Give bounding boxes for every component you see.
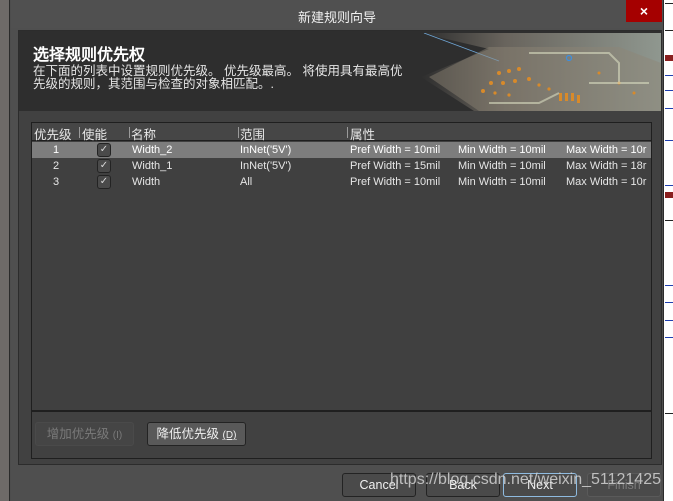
column-header-scope[interactable]: 范围 <box>240 124 265 143</box>
increase-priority-button[interactable]: 增加优先级 (I) <box>35 422 134 446</box>
max-width-cell: Max Width = 18r <box>566 160 647 172</box>
background-window-edge-right <box>663 0 673 501</box>
max-width-cell: Max Width = 10r <box>566 176 647 188</box>
divider <box>31 411 652 412</box>
priority-cell: 1 <box>53 144 60 156</box>
cancel-button[interactable]: Cancel <box>342 473 416 497</box>
page-description: 在下面的列表中设置规则优先级。 优先级最高。 将使用具有最高优先级的规则，其范围… <box>33 64 403 91</box>
back-button[interactable]: Back <box>426 473 500 497</box>
divider <box>651 411 652 459</box>
decrease-priority-button[interactable]: 降低优先级 (D) <box>147 422 246 446</box>
increase-priority-label: 增加优先级 <box>46 427 110 441</box>
pref-width-cell: Pref Width = 10mil <box>350 176 441 188</box>
column-header-name[interactable]: 名称 <box>131 124 156 143</box>
min-width-cell: Min Width = 10mil <box>458 144 546 156</box>
scope-cell: InNet('5V') <box>240 144 292 156</box>
next-button[interactable]: Next <box>503 473 577 497</box>
rule-name-cell: Width <box>132 176 161 188</box>
close-icon: × <box>639 3 649 19</box>
wizard-page: 选择规则优先权 在下面的列表中设置规则优先级。 优先级最高。 将使用具有最高优先… <box>18 30 662 465</box>
priority-cell: 3 <box>53 176 60 188</box>
enabled-checkbox[interactable]: ✓ <box>97 159 111 173</box>
scope-cell: All <box>240 176 253 188</box>
table-row[interactable]: 3 ✓ Width All Pref Width = 10mil Min Wid… <box>32 174 651 190</box>
divider <box>31 411 32 459</box>
rule-priority-table: 优先级 使能 名称 范围 属性 1 ✓ Width_2 InNet('5V') … <box>31 122 652 411</box>
title-bar[interactable]: 新建规则向导 × <box>11 0 663 28</box>
page-title: 选择规则优先权 <box>33 47 146 64</box>
decrease-priority-label: 降低优先级 <box>156 427 220 441</box>
decrease-priority-hotkey: (D) <box>222 430 237 441</box>
background-window-edge-left <box>0 0 10 501</box>
pref-width-cell: Pref Width = 15mil <box>350 160 441 172</box>
column-header-enabled[interactable]: 使能 <box>82 124 107 143</box>
close-button[interactable]: × <box>626 0 662 22</box>
column-separator[interactable] <box>347 127 348 138</box>
page-banner: 选择规则优先权 在下面的列表中设置规则优先级。 优先级最高。 将使用具有最高优先… <box>19 31 661 111</box>
column-separator[interactable] <box>79 127 80 138</box>
enabled-checkbox[interactable]: ✓ <box>97 175 111 189</box>
max-width-cell: Max Width = 10r <box>566 144 647 156</box>
new-rule-wizard-dialog: 新建规则向导 × 选择规则优先权 在下面的列表中设置规则优先级。 优先级最高。 … <box>11 0 663 501</box>
check-icon: ✓ <box>99 176 109 187</box>
increase-priority-hotkey: (I) <box>112 430 123 441</box>
table-header: 优先级 使能 名称 范围 属性 <box>32 123 651 143</box>
rule-name-cell: Width_2 <box>132 144 173 156</box>
divider <box>31 458 652 459</box>
window-title: 新建规则向导 <box>297 10 376 25</box>
scope-cell: InNet('5V') <box>240 160 292 172</box>
table-row[interactable]: 2 ✓ Width_1 InNet('5V') Pref Width = 15m… <box>32 158 651 174</box>
column-separator[interactable] <box>238 127 239 138</box>
check-icon: ✓ <box>99 160 109 171</box>
priority-cell: 2 <box>53 160 60 172</box>
check-icon: ✓ <box>99 144 109 155</box>
pcb-banner-image <box>419 33 661 111</box>
min-width-cell: Min Width = 10mil <box>458 176 546 188</box>
column-separator[interactable] <box>129 127 130 138</box>
column-header-attributes[interactable]: 属性 <box>350 124 375 143</box>
min-width-cell: Min Width = 10mil <box>458 160 546 172</box>
enabled-checkbox[interactable]: ✓ <box>97 143 111 157</box>
table-row[interactable]: 1 ✓ Width_2 InNet('5V') Pref Width = 10m… <box>32 142 651 158</box>
rule-name-cell: Width_1 <box>132 160 173 172</box>
finish-button[interactable]: Finish <box>587 473 661 497</box>
pref-width-cell: Pref Width = 10mil <box>350 144 441 156</box>
column-header-priority[interactable]: 优先级 <box>34 124 72 143</box>
